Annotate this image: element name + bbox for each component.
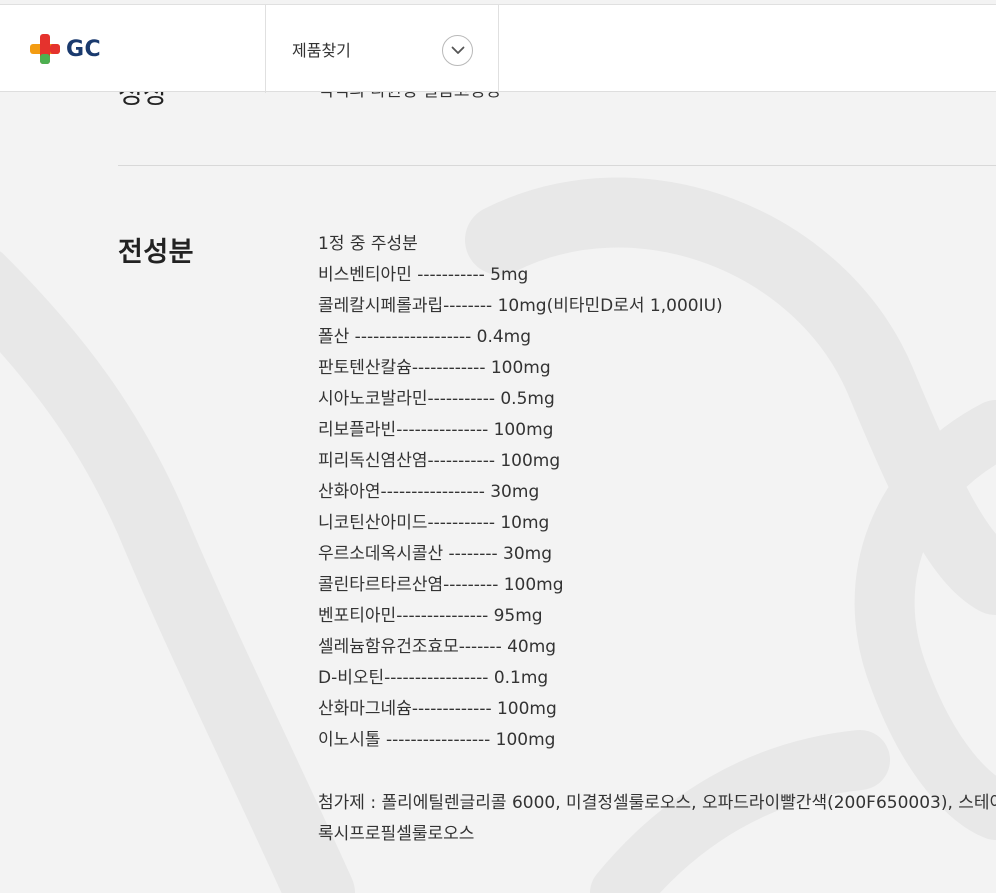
nav-divider xyxy=(498,5,499,93)
logo-text: GC xyxy=(66,36,102,62)
ingredient-line: 시아노코발라민----------- 0.5mg xyxy=(318,389,555,409)
ingredient-line: 판토텐산칼슘------------ 100mg xyxy=(318,358,551,378)
additives-line: 록시프로필셀룰로오스 xyxy=(318,824,475,844)
ingredient-line: 1정 중 주성분 xyxy=(318,234,418,254)
additives-line: 첨가제 : 폴리에틸렌글리콜 6000, 미결정셀룰로오스, 오파드라이빨간색(… xyxy=(318,793,996,813)
product-finder-label: 제품찾기 xyxy=(292,41,351,60)
ingredients-list: 1정 중 주성분 비스벤티아민 ----------- 5mg 콜레칼시페롤과립… xyxy=(318,232,723,759)
section-divider xyxy=(118,165,996,166)
ingredient-line: 니코틴산아미드----------- 10mg xyxy=(318,513,550,533)
gc-cross-logo-icon xyxy=(30,34,60,64)
ingredient-line: 리보플라빈--------------- 100mg xyxy=(318,420,554,440)
product-finder-toggle-button[interactable] xyxy=(442,35,473,66)
ingredient-line: 이노시톨 ----------------- 100mg xyxy=(318,730,556,750)
ingredient-line: 콜레칼시페롤과립-------- 10mg(비타민D로서 1,000IU) xyxy=(318,296,723,316)
chevron-down-icon xyxy=(451,46,464,54)
ingredient-line: 폴산 ------------------- 0.4mg xyxy=(318,327,532,347)
ingredient-line: 비스벤티아민 ----------- 5mg xyxy=(318,265,529,285)
ingredient-line: 벤포티아민--------------- 95mg xyxy=(318,606,543,626)
product-finder-nav[interactable]: 제품찾기 xyxy=(266,5,498,93)
gc-logo-link[interactable]: GC xyxy=(28,33,101,65)
ingredient-line: D-비오틴----------------- 0.1mg xyxy=(318,668,549,688)
ingredient-line: 산화마그네슘------------- 100mg xyxy=(318,699,557,719)
ingredients-title: 전성분 xyxy=(118,237,195,268)
ingredient-line: 우르소데옥시콜산 -------- 30mg xyxy=(318,544,552,564)
ingredient-line: 콜린타르타르산염--------- 100mg xyxy=(318,575,564,595)
site-header: GC 제품찾기 xyxy=(0,4,996,93)
main-content: 성상 적색의 타원형 필름코팅정 전성분 1정 중 주성분 비스벤티아민 ---… xyxy=(0,0,996,893)
additives-text: 첨가제 : 폴리에틸렌글리콜 6000, 미결정셀룰로오스, 오파드라이빨간색(… xyxy=(318,788,996,850)
ingredient-line: 피리독신염산염----------- 100mg xyxy=(318,451,561,471)
ingredient-line: 셀레늄함유건조효모------- 40mg xyxy=(318,637,557,657)
ingredient-line: 산화아연----------------- 30mg xyxy=(318,482,540,502)
